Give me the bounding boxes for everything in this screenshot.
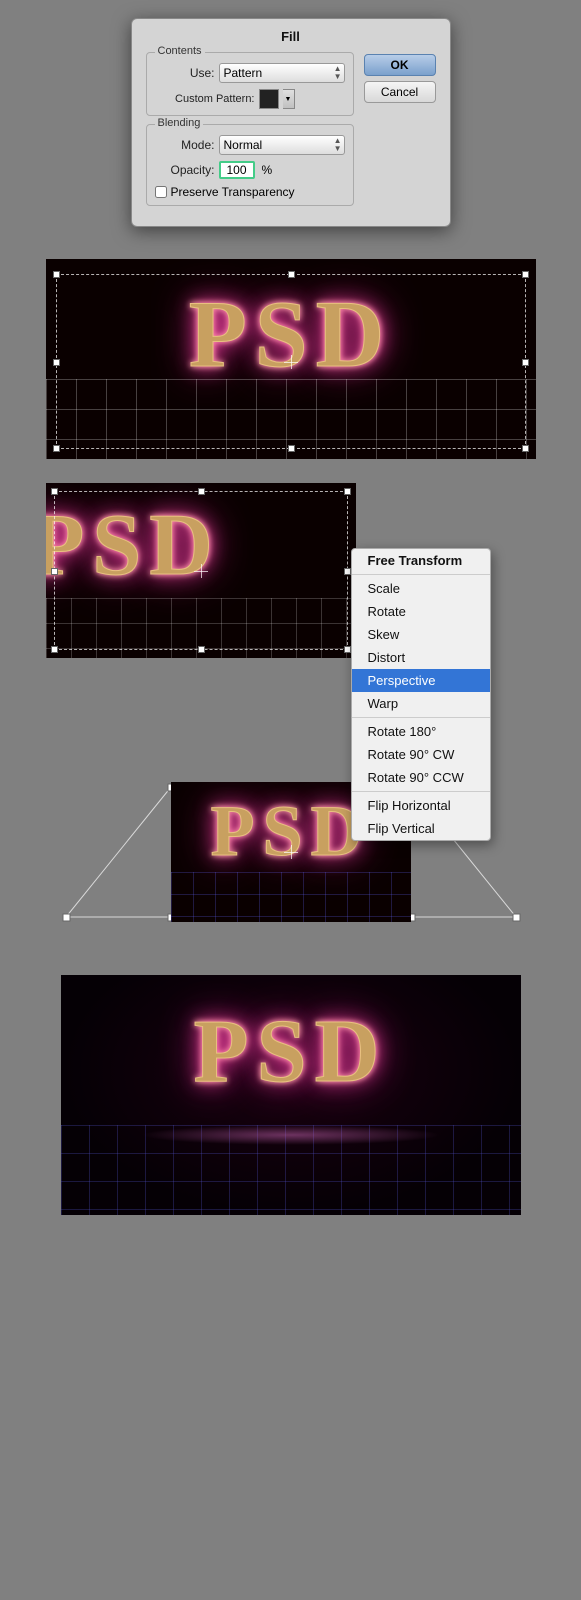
mode-label: Mode: [155, 138, 215, 152]
canvas-section-4: PSD [0, 955, 581, 1235]
handle-tc-1[interactable] [288, 271, 295, 278]
menu-item-skew[interactable]: Skew [352, 623, 490, 646]
handle-bc-2[interactable] [198, 646, 205, 653]
handle-ml-2[interactable] [51, 568, 58, 575]
opacity-input[interactable] [219, 161, 255, 179]
mode-row: Mode: Normal Dissolve Multiply Screen Ov… [155, 135, 345, 155]
menu-item-rotate-90ccw[interactable]: Rotate 90° CCW [352, 766, 490, 789]
psd-canvas-4: PSD [61, 975, 521, 1215]
canvas-wrapper-4: PSD [61, 975, 521, 1215]
mode-select-wrapper[interactable]: Normal Dissolve Multiply Screen Overlay … [219, 135, 345, 155]
handle-tc-2[interactable] [198, 488, 205, 495]
menu-item-rotate[interactable]: Rotate [352, 600, 490, 623]
crosshair-1 [284, 355, 298, 369]
transform-box-1 [56, 274, 526, 449]
opacity-row: Opacity: % [155, 161, 345, 179]
transform-box-2 [54, 491, 348, 650]
handle-mr-1[interactable] [522, 359, 529, 366]
use-row: Use: Pattern Foreground Color Background… [155, 63, 345, 83]
menu-sep-1 [352, 574, 490, 575]
crosshair-3 [284, 845, 298, 859]
dialog-overlay: Fill Contents Use: Pattern Foreground Co… [0, 0, 581, 245]
psd-text-4: PSD [193, 1000, 387, 1103]
handle-ml-1[interactable] [53, 359, 60, 366]
handle-bc-1[interactable] [288, 445, 295, 452]
crosshair-2 [194, 564, 208, 578]
handle-bl-1[interactable] [53, 445, 60, 452]
blending-fieldset: Blending Mode: Normal Dissolve Multiply … [146, 124, 354, 206]
menu-item-distort[interactable]: Distort [352, 646, 490, 669]
pattern-arrow[interactable]: ▼ [283, 89, 295, 109]
handle-br-2[interactable] [344, 646, 351, 653]
contents-fieldset: Contents Use: Pattern Foreground Color B… [146, 52, 354, 116]
canvas-wrapper-1: PSD [46, 259, 536, 459]
grid-overlay-3 [171, 872, 411, 922]
menu-item-rotate-180[interactable]: Rotate 180° [352, 720, 490, 743]
handle-tr-1[interactable] [522, 271, 529, 278]
opacity-label: Opacity: [155, 163, 215, 177]
handle-tl-1[interactable] [53, 271, 60, 278]
dialog-right: OK Cancel [364, 52, 436, 214]
dialog-body: Contents Use: Pattern Foreground Color B… [146, 52, 436, 214]
menu-item-perspective[interactable]: Perspective [352, 669, 490, 692]
pattern-swatch[interactable] [259, 89, 279, 109]
custom-pattern-label: Custom Pattern: [155, 93, 255, 105]
menu-item-warp[interactable]: Warp [352, 692, 490, 715]
canvas-section-1: PSD [0, 245, 581, 473]
use-select[interactable]: Pattern Foreground Color Background Colo… [219, 63, 345, 83]
perspective-section: PSD [0, 767, 581, 955]
handle-bl-2[interactable] [51, 646, 58, 653]
menu-item-scale[interactable]: Scale [352, 577, 490, 600]
use-label: Use: [155, 66, 215, 80]
psd-text-3: PSD [210, 790, 370, 873]
glow-reflection [141, 1125, 441, 1145]
use-select-wrapper[interactable]: Pattern Foreground Color Background Colo… [219, 63, 345, 83]
menu-item-flip-h[interactable]: Flip Horizontal [352, 794, 490, 817]
handle-tl-2[interactable] [51, 488, 58, 495]
preserve-label: Preserve Transparency [171, 185, 295, 199]
mode-select[interactable]: Normal Dissolve Multiply Screen Overlay [219, 135, 345, 155]
psd-canvas-1[interactable]: PSD [46, 259, 536, 459]
preserve-row: Preserve Transparency [155, 185, 345, 199]
dialog-title: Fill [146, 29, 436, 44]
menu-sep-2 [352, 717, 490, 718]
cancel-button[interactable]: Cancel [364, 81, 436, 103]
custom-pattern-row: Custom Pattern: ▼ [155, 89, 345, 109]
blending-label: Blending [155, 117, 204, 129]
canvas-section-2: PSD Free Transform Scale Rotate Skew D [0, 473, 581, 767]
menu-item-rotate-90cw[interactable]: Rotate 90° CW [352, 743, 490, 766]
handle-br-1[interactable] [522, 445, 529, 452]
contents-label: Contents [155, 45, 205, 57]
handle-mr-2[interactable] [344, 568, 351, 575]
handle-tr-2[interactable] [344, 488, 351, 495]
opacity-unit: % [262, 163, 273, 177]
menu-item-flip-v[interactable]: Flip Vertical [352, 817, 490, 840]
ok-button[interactable]: OK [364, 54, 436, 76]
psd-canvas-2[interactable]: PSD [46, 483, 356, 658]
context-menu: Free Transform Scale Rotate Skew Distort… [351, 548, 491, 841]
menu-item-free-transform[interactable]: Free Transform [352, 549, 490, 572]
menu-sep-3 [352, 791, 490, 792]
canvas-context-wrapper: PSD Free Transform Scale Rotate Skew D [46, 483, 536, 753]
fill-dialog: Fill Contents Use: Pattern Foreground Co… [131, 18, 451, 227]
preserve-checkbox[interactable] [155, 186, 167, 198]
dialog-left: Contents Use: Pattern Foreground Color B… [146, 52, 354, 214]
